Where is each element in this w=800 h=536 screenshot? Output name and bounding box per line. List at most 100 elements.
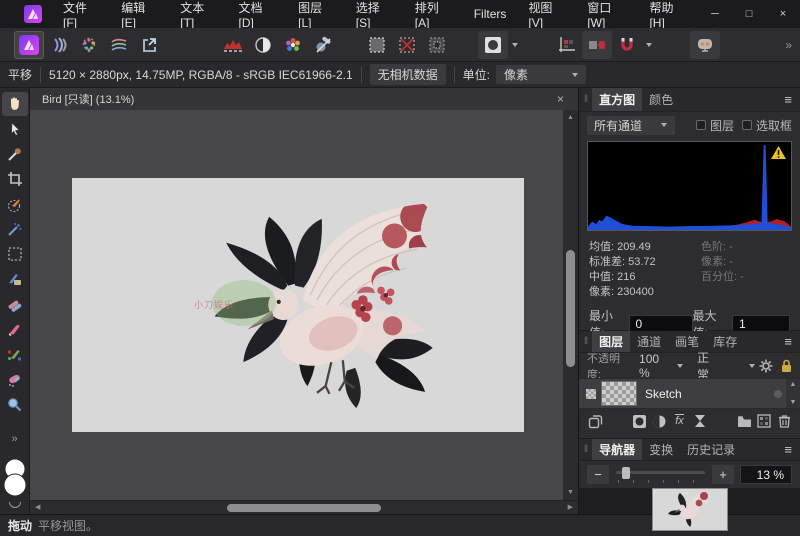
quick-mask-button[interactable] <box>478 31 508 59</box>
layer-thumbnail[interactable] <box>601 381 637 406</box>
tab-histogram[interactable]: 直方图 <box>592 88 642 111</box>
marquee-select-tool[interactable] <box>2 242 28 266</box>
document-tab[interactable]: Bird [只读] (13.1%) × <box>30 88 578 110</box>
marquee-checkbox[interactable] <box>742 120 752 130</box>
panel-grip-icon[interactable]: ‖ <box>579 444 592 455</box>
edit-all-layers-toggle-icon[interactable] <box>586 389 596 399</box>
eraser-tool[interactable] <box>2 367 28 391</box>
layer-row-sketch[interactable]: Sketch ▲ ▼ <box>579 378 800 409</box>
invert-selection-button[interactable] <box>422 31 452 59</box>
tab-transform[interactable]: 变换 <box>642 439 680 460</box>
auto-levels-button[interactable] <box>218 31 248 59</box>
tab-navigator[interactable]: 导航器 <box>592 439 642 460</box>
scroll-up-icon[interactable]: ▲ <box>567 114 574 121</box>
color-picker-tool[interactable] <box>2 142 28 166</box>
flood-select-tool[interactable] <box>2 217 28 241</box>
zoom-slider[interactable] <box>616 467 705 483</box>
maximize-button[interactable]: □ <box>732 0 766 28</box>
select-all-button[interactable] <box>362 31 392 59</box>
panel-menu-icon[interactable]: ≡ <box>776 92 800 107</box>
menu-file[interactable]: 文件[F] <box>52 0 110 28</box>
develop-persona-button[interactable] <box>74 31 104 59</box>
snapping-dropdown-chevron-icon[interactable] <box>646 43 652 47</box>
canvas-viewport[interactable]: 小刀娱乐 ▲ ▼ <box>30 110 578 500</box>
add-pixel-layer-button[interactable] <box>754 411 774 431</box>
view-tool[interactable] <box>2 92 28 116</box>
vertical-scroll-thumb[interactable] <box>566 250 575 367</box>
scroll-left-icon[interactable]: ◀ <box>35 504 40 511</box>
colour-replacement-tool[interactable] <box>2 342 28 366</box>
rotation-button[interactable] <box>582 31 612 59</box>
navigator-thumbnail[interactable] <box>652 488 728 531</box>
channel-select[interactable]: 所有通道 <box>587 116 675 135</box>
auto-contrast-button[interactable] <box>248 31 278 59</box>
pixel-brush-tool[interactable] <box>2 317 28 341</box>
camera-data-button[interactable]: 无相机数据 <box>370 64 446 85</box>
zoom-out-button[interactable]: − <box>587 465 609 484</box>
paint-brush-tool[interactable] <box>2 267 28 291</box>
snapping-button[interactable] <box>612 31 642 59</box>
opacity-select[interactable]: 100 % <box>639 352 687 380</box>
layers-scrollbar[interactable]: ▲ ▼ <box>786 379 800 408</box>
selection-brush-tool[interactable] <box>2 192 28 216</box>
layer-name[interactable]: Sketch <box>645 387 682 401</box>
tool-palette-overflow-icon[interactable]: » <box>2 431 28 447</box>
menu-edit[interactable]: 编辑[E] <box>110 0 169 28</box>
document-tab-close-icon[interactable]: × <box>555 92 566 106</box>
tab-channels[interactable]: 通道 <box>630 331 668 352</box>
panel-menu-icon[interactable]: ≡ <box>776 334 800 349</box>
minimize-button[interactable]: ─ <box>698 0 732 28</box>
scroll-down-icon[interactable]: ▼ <box>790 399 797 406</box>
panel-grip-icon[interactable]: ‖ <box>579 336 592 347</box>
layer-visibility-toggle[interactable] <box>774 390 782 398</box>
scroll-up-icon[interactable]: ▲ <box>790 381 797 388</box>
swatch-toggle-icon[interactable] <box>9 502 21 508</box>
guides-manager-button[interactable] <box>552 31 582 59</box>
close-button[interactable]: × <box>766 0 800 28</box>
colour-swatch-selector[interactable] <box>2 456 28 500</box>
menu-document[interactable]: 文档[D] <box>228 0 288 28</box>
duplicate-layer-button[interactable] <box>585 411 605 431</box>
menu-window[interactable]: 窗口[W] <box>576 0 638 28</box>
move-tool[interactable] <box>2 117 28 141</box>
tab-color[interactable]: 颜色 <box>642 88 680 111</box>
menu-select[interactable]: 选择[S] <box>345 0 404 28</box>
menu-layer[interactable]: 图层[L] <box>287 0 345 28</box>
assistant-button[interactable] <box>690 31 720 59</box>
mask-layer-button[interactable] <box>630 411 650 431</box>
deselect-button[interactable] <box>392 31 422 59</box>
adjustment-layer-button[interactable] <box>650 411 670 431</box>
layer-checkbox[interactable] <box>696 120 706 130</box>
live-filter-button[interactable] <box>690 411 710 431</box>
scroll-down-icon[interactable]: ▼ <box>567 489 574 496</box>
auto-colour-button[interactable] <box>278 31 308 59</box>
delete-layer-button[interactable] <box>774 411 794 431</box>
auto-white-balance-button[interactable] <box>308 31 338 59</box>
quick-mask-dropdown-chevron-icon[interactable] <box>512 43 518 47</box>
menu-help[interactable]: 帮助[H] <box>638 0 698 28</box>
horizontal-scroll-thumb[interactable] <box>227 504 380 512</box>
menu-text[interactable]: 文本[T] <box>169 0 227 28</box>
zoom-tool[interactable] <box>2 392 28 416</box>
toolbar-overflow-icon[interactable]: » <box>785 38 800 52</box>
menu-filters[interactable]: Filters <box>463 0 518 28</box>
liquify-persona-button[interactable] <box>44 31 74 59</box>
menu-arrange[interactable]: 排列[A] <box>404 0 463 28</box>
gear-icon[interactable] <box>759 359 773 373</box>
crop-tool[interactable] <box>2 167 28 191</box>
layer-effects-button[interactable]: fx <box>670 411 690 431</box>
zoom-in-button[interactable]: + <box>712 465 734 484</box>
export-persona-button[interactable] <box>134 31 164 59</box>
tone-mapping-persona-button[interactable] <box>104 31 134 59</box>
zoom-slider-thumb[interactable] <box>622 467 630 479</box>
panel-menu-icon[interactable]: ≡ <box>776 442 800 457</box>
scroll-right-icon[interactable]: ▶ <box>568 504 573 511</box>
panel-grip-icon[interactable]: ‖ <box>579 94 592 105</box>
tab-history[interactable]: 历史记录 <box>680 439 742 460</box>
unit-select[interactable]: 像素 <box>496 65 586 84</box>
clone-stamp-tool[interactable] <box>2 292 28 316</box>
menu-view[interactable]: 视图[V] <box>517 0 576 28</box>
vertical-scrollbar[interactable]: ▲ ▼ <box>563 110 578 500</box>
group-layers-button[interactable] <box>734 411 754 431</box>
zoom-value-field[interactable]: 13 % <box>740 465 792 484</box>
